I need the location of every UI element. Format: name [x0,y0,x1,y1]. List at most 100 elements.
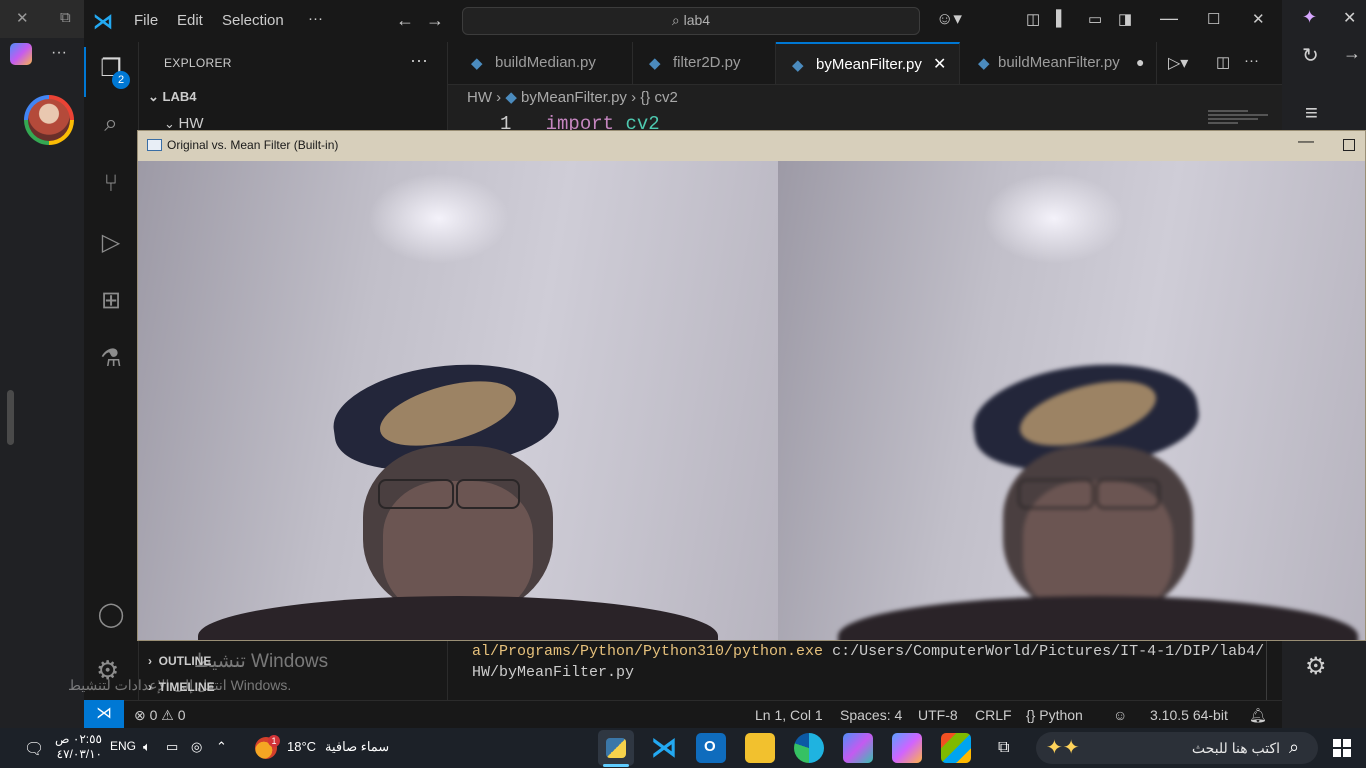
cursor-position[interactable]: Ln 1, Col 1 [755,707,823,723]
copilot-status-icon[interactable]: ☺ [1113,707,1127,723]
breadcrumb-symbol[interactable]: cv2 [654,89,677,106]
notification-center-icon[interactable]: 🗨︎ [24,739,44,759]
testing-flask-icon[interactable]: ⚗ [84,344,138,373]
module-braces-icon: {} [640,89,655,106]
chevron-right-icon: › [631,89,641,106]
search-highlight-sparkle-icon: ✦✦ [1046,737,1080,759]
opencv-maximize-icon[interactable] [1343,139,1355,151]
encoding[interactable]: UTF-8 [918,707,958,723]
taskbar-outlook-app[interactable]: O [696,733,726,763]
taskbar-vscode-app[interactable]: ⋊ [647,732,677,763]
command-center-text: lab4 [683,12,711,28]
workspace-root-label: LAB4 [162,89,197,104]
refresh-icon[interactable]: ↻ [1302,43,1319,68]
tab-buildmedian[interactable]: ◆ buildMedian.py [455,42,633,84]
status-bar [84,700,1282,728]
customize-layout-icon[interactable]: ◫ [1026,10,1040,28]
tab-label: byMeanFilter.py [816,56,922,73]
close-icon[interactable]: ✕ [1343,8,1356,28]
explorer-badge: 2 [112,71,130,89]
chevron-right-icon: › [496,89,506,106]
menu-file[interactable]: File [134,12,158,29]
sidebar-scrollbar[interactable] [7,390,14,445]
back-arrow-icon[interactable]: ← [396,10,414,31]
minimize-icon[interactable]: — [1160,8,1178,29]
breadcrumb-file[interactable]: byMeanFilter.py [521,89,627,106]
opencv-minimize-icon[interactable]: — [1298,133,1314,151]
forward-arrow-icon[interactable]: → [426,10,444,31]
accounts-icon[interactable]: ◯ [84,600,138,629]
network-icon[interactable]: ◎ [191,739,202,755]
menu-more[interactable]: ··· [308,10,323,27]
weather-description[interactable]: سماء صافية [325,739,389,755]
toggle-sidebar-icon[interactable]: ▌ [1056,10,1067,27]
split-editor-icon[interactable]: ◫ [1216,53,1230,71]
window-close-icon[interactable]: ✕ [1252,10,1265,28]
warning-count: 0 [177,707,186,723]
taskbar-python-app[interactable] [598,730,634,766]
taskbar-file-explorer-app[interactable] [745,733,775,763]
activation-watermark-title: تنشيط Windows [194,651,329,672]
volume-icon[interactable]: 🔈︎ [143,739,151,755]
show-hidden-icons-icon[interactable]: ⌃ [216,739,227,755]
breadcrumb-folder[interactable]: HW [467,89,492,106]
tab-actions-icon[interactable]: ⧉ [60,9,71,26]
tab-bymeanfilter[interactable]: ◆ byMeanFilter.py ✕ [776,42,960,84]
hamburger-menu-icon[interactable]: ≡ [1305,100,1318,126]
extensions-icon[interactable]: ⊞ [84,286,138,315]
taskbar-copilot-app[interactable] [892,733,922,763]
tab-close-icon[interactable]: ✕ [933,54,946,74]
menu-edit[interactable]: Edit [177,12,203,29]
taskbar-store-app[interactable] [941,733,971,763]
terminal-output[interactable]: al/Programs/Python/Python310/python.exe … [472,641,1264,683]
search-view-icon[interactable]: ⌕ [84,110,138,138]
explorer-more-button[interactable]: ··· [410,50,428,71]
browser-more-icon[interactable]: ··· [51,44,67,62]
copilot-chat-icon[interactable]: ☺▾ [936,9,962,29]
menu-selection[interactable]: Selection [222,12,284,29]
clock[interactable]: ٠٢:٥٥ ص ٤٧/٠٣/١٠ [54,732,102,762]
active-app-indicator [603,764,629,767]
toggle-panel-icon[interactable]: ▭ [1088,10,1102,28]
clock-time: ٠٢:٥٥ ص [55,732,102,746]
toggle-secondary-sidebar-icon[interactable]: ◨ [1118,10,1132,28]
explorer-title: EXPLORER [164,56,232,70]
source-control-icon[interactable]: ⑂ [84,170,138,198]
minimap[interactable] [1200,104,1282,132]
task-view-icon[interactable]: ⧉ [998,739,1009,757]
python-interpreter[interactable]: 3.10.5 64-bit [1150,707,1228,723]
notifications-bell-icon[interactable]: 🔔︎ [1249,707,1267,724]
problems-indicator[interactable]: ⊗ 0 ⚠ 0 [134,707,186,724]
remote-indicator-icon[interactable]: ⋊ [84,700,124,728]
close-tab-icon[interactable]: ✕ [16,9,29,27]
tab-buildmeanfilter[interactable]: ◆ buildMeanFilter.py ● [960,42,1157,84]
terminal-script-arg-cont: HW/byMeanFilter.py [472,664,635,681]
indentation[interactable]: Spaces: 4 [840,707,902,723]
settings-gear-icon[interactable]: ⚙ [1305,652,1327,681]
run-debug-icon[interactable]: ▷ [84,228,138,257]
editor-more-icon[interactable]: ··· [1244,52,1259,69]
python-file-icon: ◆ [505,89,522,106]
opencv-window-title: Original vs. Mean Filter (Built-in) [167,138,339,152]
line-ending[interactable]: CRLF [975,707,1012,723]
copilot-icon[interactable] [10,43,32,65]
temperature[interactable]: 18°C [287,739,316,754]
language-mode[interactable]: {} Python [1026,707,1083,723]
workspace-root[interactable]: ⌄ LAB4 [148,89,196,105]
webcam-photo [138,161,778,640]
copilot-sparkle-icon[interactable]: ✦ [1302,7,1317,28]
forward-icon[interactable]: → [1343,43,1361,64]
taskbar-m365-app[interactable] [843,733,873,763]
unsaved-dot-icon[interactable]: ● [1136,54,1144,70]
command-center[interactable]: ⌕ lab4 [462,7,920,35]
tab-filter2d[interactable]: ◆ filter2D.py [633,42,776,84]
maximize-icon[interactable]: ☐ [1207,10,1220,28]
start-button-icon[interactable] [1333,739,1351,757]
run-python-icon[interactable]: ▷▾ [1168,53,1188,73]
input-language[interactable]: ENG [110,739,136,753]
profile-avatar[interactable] [28,99,70,141]
mean-filtered-image [778,161,1365,640]
python-file-icon: ◆ [792,57,804,74]
taskbar-edge-app[interactable] [794,733,824,763]
battery-icon[interactable]: ▭ [166,739,178,755]
